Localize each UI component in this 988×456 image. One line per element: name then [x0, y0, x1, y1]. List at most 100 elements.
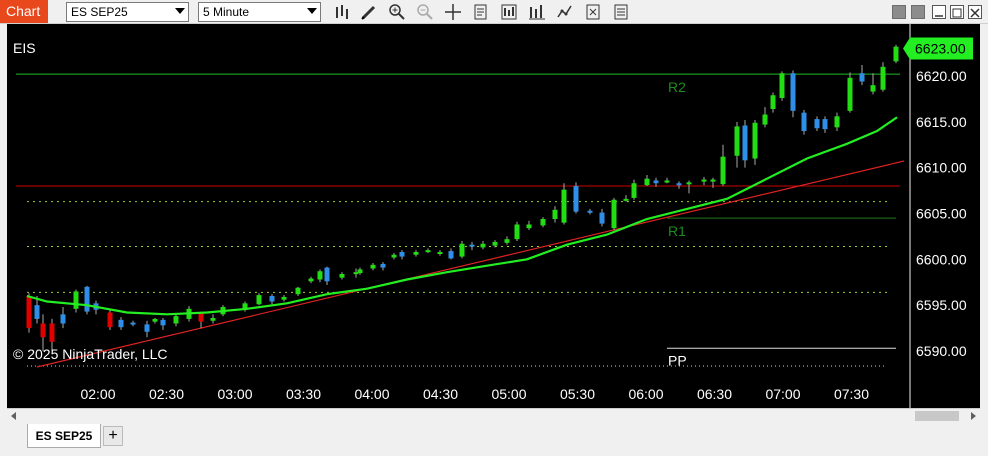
candle-body: [281, 296, 287, 300]
window-title[interactable]: Chart: [0, 0, 48, 23]
data-box-icon[interactable]: [472, 3, 490, 21]
candle-body: [317, 271, 323, 280]
candle-body: [256, 295, 262, 305]
x-axis-label: 04:00: [354, 386, 389, 402]
r2-label: R2: [668, 79, 686, 95]
instrument-label: EIS: [13, 40, 36, 56]
copyright-text: © 2025 NinjaTrader, LLC: [13, 346, 168, 362]
candle-body: [118, 319, 124, 328]
trend-line: [36, 160, 905, 368]
candle-body: [324, 267, 330, 282]
horizontal-scrollbar[interactable]: [7, 408, 980, 422]
candle-body: [448, 251, 454, 259]
chevron-down-icon: [307, 8, 317, 14]
properties-icon[interactable]: [584, 3, 602, 21]
candle-body: [391, 254, 397, 258]
bar-type-icon[interactable]: [333, 3, 351, 21]
candle-body: [880, 66, 886, 90]
candle-body: [370, 264, 376, 269]
candle-body: [26, 296, 32, 329]
template-icon[interactable]: [612, 3, 630, 21]
x-axis-label: 05:00: [491, 386, 526, 402]
candle-body: [380, 263, 386, 268]
instrument-tab[interactable]: ES SEP25: [27, 424, 101, 448]
minimize-button[interactable]: [932, 5, 946, 19]
candle-body: [469, 244, 475, 247]
crosshair-icon[interactable]: [444, 3, 462, 21]
maximize-button[interactable]: [950, 5, 964, 19]
candle-body: [561, 189, 567, 223]
candle-body: [49, 323, 55, 342]
pp-label: PP: [668, 352, 687, 368]
y-axis-label: 6590.00: [916, 343, 967, 359]
candle-body: [893, 46, 899, 62]
candle-body: [631, 183, 637, 198]
candle-body: [40, 323, 46, 338]
indicators-icon[interactable]: [528, 3, 546, 21]
y-axis-label: 6595.00: [916, 297, 967, 313]
close-button[interactable]: [968, 5, 982, 19]
candle-body: [790, 73, 796, 111]
candle-body: [107, 312, 113, 328]
candle-body: [822, 119, 828, 130]
candle-body: [308, 278, 314, 282]
candle-body: [734, 126, 740, 156]
x-axis-label: 05:30: [560, 386, 595, 402]
zoom-out-icon[interactable]: [416, 3, 434, 21]
candle-body: [664, 180, 670, 183]
add-tab-button[interactable]: +: [103, 426, 123, 446]
candle-body: [160, 319, 166, 326]
y-axis-label: 6600.00: [916, 251, 967, 267]
candle-body: [413, 252, 419, 255]
y-axis-label: 6610.00: [916, 160, 967, 176]
candle-body: [870, 85, 876, 92]
scroll-right-icon[interactable]: [971, 412, 976, 420]
candle-body: [210, 318, 216, 321]
candle-body: [770, 95, 776, 109]
candle-body: [84, 286, 90, 312]
x-axis-label: 03:00: [217, 386, 252, 402]
minimize-alt-button[interactable]: [892, 5, 906, 19]
strategies-icon[interactable]: [500, 3, 518, 21]
candle-body: [492, 241, 498, 246]
candle-body: [762, 114, 768, 125]
candle-body: [847, 77, 853, 111]
candle-body: [504, 239, 510, 243]
scroll-left-icon[interactable]: [11, 412, 16, 420]
candle-body: [573, 186, 579, 212]
candle-body: [459, 243, 465, 257]
candle-body: [60, 314, 66, 324]
pencil-icon[interactable]: [360, 3, 378, 21]
candle-body: [357, 269, 363, 274]
chart-canvas[interactable]: 6620.00 6615.00 6610.00 6605.00 6600.00 6595.…: [7, 24, 980, 409]
candle-body: [587, 210, 593, 213]
scroll-thumb[interactable]: [915, 411, 959, 421]
candle-body: [676, 183, 682, 186]
candle-body: [552, 209, 558, 219]
strategy-analyzer-icon[interactable]: [556, 3, 574, 21]
candle-body: [623, 198, 629, 201]
candle-body: [540, 219, 546, 226]
candle-body: [801, 112, 807, 131]
candle-body: [599, 212, 605, 224]
candle-body: [742, 125, 748, 161]
candle-body: [73, 291, 79, 309]
x-axis-label: 02:00: [80, 386, 115, 402]
interval-value: 5 Minute: [203, 5, 250, 19]
moving-average-line: [26, 116, 898, 316]
zoom-in-icon[interactable]: [388, 3, 406, 21]
price-chart[interactable]: 6620.00 6615.00 6610.00 6605.00 6600.00 6595.…: [7, 24, 980, 409]
link-button[interactable]: [911, 5, 925, 19]
instrument-selector[interactable]: ES SEP25: [66, 2, 189, 22]
candle-body: [514, 224, 520, 240]
candle-body: [859, 73, 865, 82]
x-axis-label: 03:30: [286, 386, 321, 402]
candle-body: [701, 179, 707, 182]
x-axis-label: 04:30: [423, 386, 458, 402]
y-axis-label: 6620.00: [916, 68, 967, 84]
candle-body: [437, 252, 443, 254]
candle-body: [152, 318, 158, 322]
instrument-value: ES SEP25: [71, 5, 128, 19]
candle-body: [752, 122, 758, 159]
interval-selector[interactable]: 5 Minute: [198, 2, 321, 22]
